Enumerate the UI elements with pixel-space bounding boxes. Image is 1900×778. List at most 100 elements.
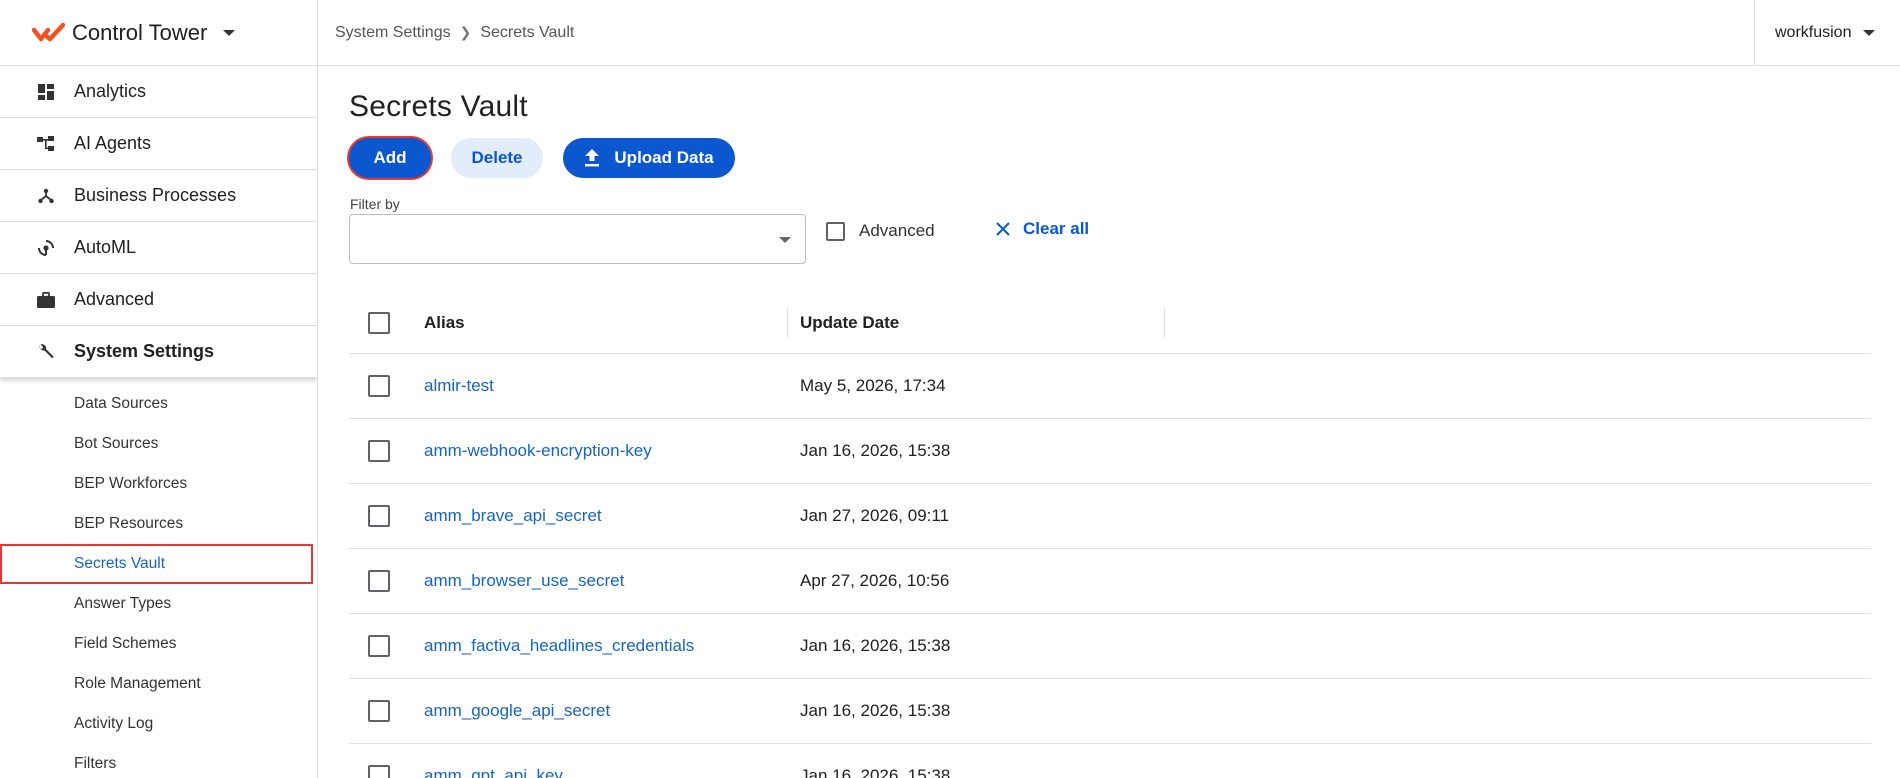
submenu-item-bep-workforces[interactable]: BEP Workforces <box>0 464 317 504</box>
row-check-cell <box>349 505 424 527</box>
row-checkbox[interactable] <box>368 765 390 778</box>
automl-icon <box>36 238 56 258</box>
alias-cell: amm_factiva_headlines_credentials <box>424 636 800 656</box>
sidebar-item-label: System Settings <box>74 341 215 361</box>
clear-all-label: Clear all <box>1023 219 1090 238</box>
row-checkbox[interactable] <box>368 570 390 592</box>
row-check-cell <box>349 765 424 778</box>
row-check-cell <box>349 700 424 722</box>
alias-link[interactable]: amm-webhook-encryption-key <box>424 441 652 460</box>
submenu-item-activity-log[interactable]: Activity Log <box>0 704 317 744</box>
select-all-cell <box>349 312 424 334</box>
sidebar-item-label: Advanced <box>74 289 155 309</box>
filter-select[interactable] <box>349 214 806 264</box>
advanced-label: Advanced <box>859 221 935 240</box>
sidebar-item-advanced[interactable]: Advanced <box>0 274 317 326</box>
add-button[interactable]: Add <box>349 138 431 178</box>
system-settings-submenu: Data Sources Bot Sources BEP Workforces … <box>0 378 317 778</box>
user-menu[interactable]: workfusion <box>1754 0 1900 66</box>
column-header-update-date[interactable]: Update Date <box>800 313 1180 333</box>
sidebar-item-ai-agents[interactable]: AI Agents <box>0 118 317 170</box>
brand-switcher[interactable]: Control Tower <box>0 0 317 66</box>
column-divider <box>787 308 788 338</box>
alias-cell: amm_brave_api_secret <box>424 506 800 526</box>
alias-link[interactable]: amm_google_api_secret <box>424 701 610 720</box>
submenu-item-data-sources[interactable]: Data Sources <box>0 384 317 424</box>
date-cell: Jan 16, 2026, 15:38 <box>800 701 951 720</box>
caret-down-icon <box>1863 30 1876 36</box>
sidebar-item-label: Analytics <box>74 81 147 101</box>
page-title: Secrets Vault <box>349 90 528 123</box>
process-fork-icon <box>36 186 56 206</box>
hierarchy-icon <box>36 134 56 154</box>
row-checkbox[interactable] <box>368 700 390 722</box>
column-header-alias[interactable]: Alias <box>424 313 800 333</box>
table-row[interactable]: amm_browser_use_secret Apr 27, 2026, 10:… <box>349 549 1871 614</box>
sidebar: Control Tower Analytics AI Agents Busine… <box>0 0 318 778</box>
alias-cell: amm_gpt_api_key <box>424 766 800 778</box>
table-row[interactable]: amm_gpt_api_key Jan 16, 2026, 15:38 <box>349 744 1871 778</box>
row-check-cell <box>349 375 424 397</box>
submenu-item-role-management[interactable]: Role Management <box>0 664 317 704</box>
sidebar-item-system-settings[interactable]: System Settings <box>0 326 317 378</box>
alias-link[interactable]: almir-test <box>424 376 494 395</box>
submenu-item-bep-resources[interactable]: BEP Resources <box>0 504 317 544</box>
breadcrumb-item-current: Secrets Vault <box>480 23 575 41</box>
chevron-right-icon: ❯ <box>459 24 472 40</box>
row-checkbox[interactable] <box>368 505 390 527</box>
advanced-toggle[interactable]: Advanced <box>826 221 935 241</box>
topbar: System Settings ❯ Secrets Vault workfusi… <box>318 0 1900 66</box>
advanced-checkbox[interactable] <box>826 221 845 241</box>
row-checkbox[interactable] <box>368 635 390 657</box>
select-all-checkbox[interactable] <box>368 312 390 334</box>
submenu-item-secrets-vault[interactable]: Secrets Vault <box>0 544 313 584</box>
upload-data-button[interactable]: Upload Data <box>563 138 735 178</box>
date-cell: Jan 16, 2026, 15:38 <box>800 636 951 655</box>
row-checkbox[interactable] <box>368 440 390 462</box>
sidebar-item-business-processes[interactable]: Business Processes <box>0 170 317 222</box>
breadcrumb: System Settings ❯ Secrets Vault <box>318 24 574 42</box>
alias-link[interactable]: amm_browser_use_secret <box>424 571 624 590</box>
submenu-item-answer-types[interactable]: Answer Types <box>0 584 317 624</box>
submenu-item-bot-sources[interactable]: Bot Sources <box>0 424 317 464</box>
upload-icon <box>584 149 600 167</box>
app-name: Control Tower <box>72 19 208 45</box>
row-check-cell <box>349 440 424 462</box>
alias-cell: amm_browser_use_secret <box>424 571 800 591</box>
row-check-cell <box>349 635 424 657</box>
table-row[interactable]: amm_google_api_secret Jan 16, 2026, 15:3… <box>349 679 1871 744</box>
alias-cell: amm-webhook-encryption-key <box>424 441 800 461</box>
secrets-table: Alias Update Date almir-test May 5, 2026… <box>349 293 1871 778</box>
submenu-item-filters[interactable]: Filters <box>0 744 317 778</box>
alias-cell: almir-test <box>424 376 800 396</box>
row-check-cell <box>349 570 424 592</box>
column-divider <box>1164 308 1165 338</box>
date-cell: Jan 16, 2026, 15:38 <box>800 766 951 778</box>
sidebar-item-label: Business Processes <box>74 185 237 205</box>
table-row[interactable]: almir-test May 5, 2026, 17:34 <box>349 354 1871 419</box>
alias-link[interactable]: amm_factiva_headlines_credentials <box>424 636 694 655</box>
table-header: Alias Update Date <box>349 293 1871 354</box>
user-name: workfusion <box>1775 24 1852 41</box>
date-cell: Jan 27, 2026, 09:11 <box>800 506 950 525</box>
workfusion-logo-icon <box>32 22 66 41</box>
clear-all-button[interactable]: Clear all <box>995 219 1089 239</box>
sidebar-item-automl[interactable]: AutoML <box>0 222 317 274</box>
date-cell: Jan 16, 2026, 15:38 <box>800 441 951 460</box>
alias-cell: amm_google_api_secret <box>424 701 800 721</box>
submenu-item-field-schemes[interactable]: Field Schemes <box>0 624 317 664</box>
table-row[interactable]: amm-webhook-encryption-key Jan 16, 2026,… <box>349 419 1871 484</box>
breadcrumb-item-system-settings[interactable]: System Settings <box>335 24 451 42</box>
row-checkbox[interactable] <box>368 375 390 397</box>
date-cell: Apr 27, 2026, 10:56 <box>800 571 950 590</box>
sidebar-item-analytics[interactable]: Analytics <box>0 66 317 118</box>
filter-row: Filter by Advanced Clear all <box>349 196 1900 276</box>
delete-button[interactable]: Delete <box>451 138 543 178</box>
table-row[interactable]: amm_brave_api_secret Jan 27, 2026, 09:11 <box>349 484 1871 549</box>
caret-down-icon <box>223 29 236 36</box>
action-bar: Add Delete Upload Data <box>349 138 1900 178</box>
alias-link[interactable]: amm_gpt_api_key <box>424 766 563 778</box>
dashboard-icon <box>36 82 56 102</box>
table-row[interactable]: amm_factiva_headlines_credentials Jan 16… <box>349 614 1871 679</box>
alias-link[interactable]: amm_brave_api_secret <box>424 506 602 525</box>
